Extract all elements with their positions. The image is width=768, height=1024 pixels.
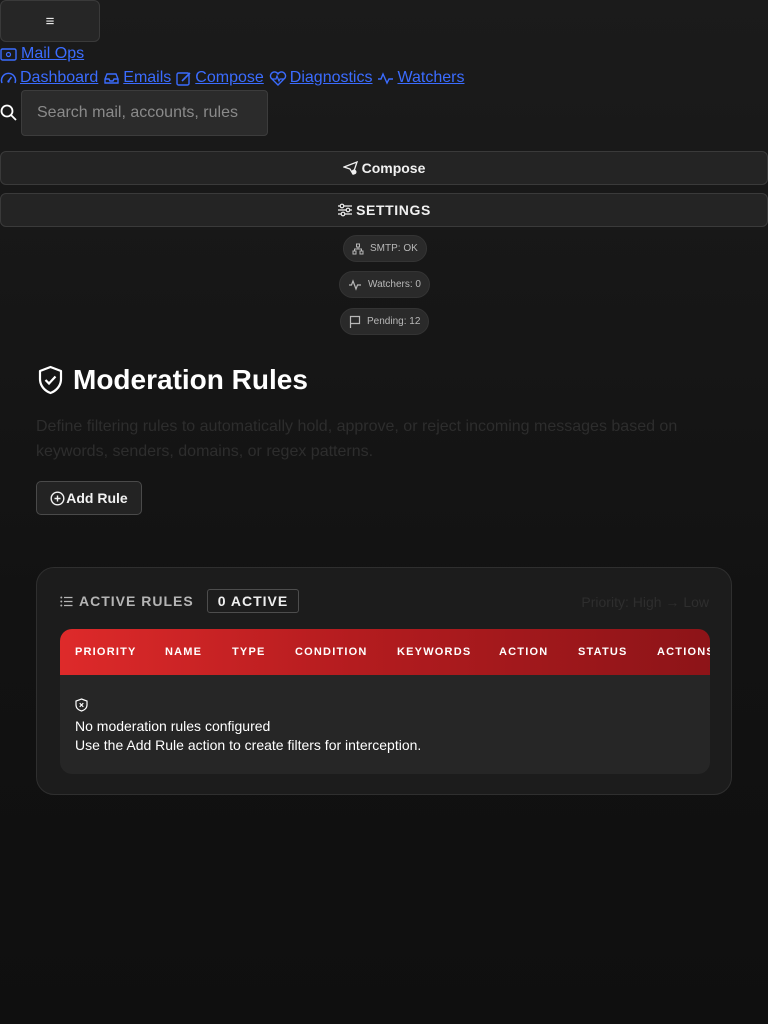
- activity-icon: [377, 71, 394, 85]
- list-icon: [60, 596, 73, 607]
- brand-link[interactable]: Mail Ops: [0, 44, 84, 64]
- smtp-status-badge: SMTP: OK: [343, 235, 427, 262]
- activity-icon: [348, 278, 362, 291]
- inbox-icon: [103, 72, 120, 85]
- shield-x-icon: [75, 698, 88, 712]
- nav-item-dashboard[interactable]: Dashboard: [0, 69, 98, 87]
- gauge-icon: [0, 71, 17, 86]
- panel-title: ACTIVE RULES: [60, 593, 194, 609]
- settings-button[interactable]: SETTINGS: [0, 193, 768, 227]
- active-rules-panel: ACTIVE RULES 0 ACTIVE Priority: High → L…: [36, 567, 732, 795]
- empty-state: No moderation rules configured Use the A…: [75, 696, 421, 753]
- page-title-text: Moderation Rules: [73, 364, 308, 395]
- active-count-badge: 0 ACTIVE: [206, 589, 300, 613]
- priority-hint: Priority: High → Low: [581, 594, 709, 610]
- column-header-action[interactable]: ACTION: [499, 646, 548, 658]
- network-icon: [352, 243, 364, 255]
- compose-button[interactable]: Compose: [0, 151, 768, 185]
- nav-item-label: Watchers: [397, 69, 465, 86]
- pending-status-badge: Pending: 12: [340, 308, 430, 335]
- table-header-row: PRIORITY NAME TYPE CONDITION KEYWORDS AC…: [60, 629, 710, 675]
- empty-state-subtitle: Use the Add Rule action to create filter…: [75, 737, 422, 753]
- nav-item-diagnostics[interactable]: Diagnostics: [269, 69, 373, 87]
- pencil-square-icon: [176, 71, 192, 86]
- shield-check-icon: [37, 365, 64, 395]
- plus-circle-icon: [50, 490, 65, 506]
- nav-item-emails[interactable]: Emails: [103, 69, 171, 87]
- empty-state-title: No moderation rules configured: [75, 718, 271, 734]
- column-header-keywords[interactable]: KEYWORDS: [397, 646, 471, 658]
- page-title: Moderation Rules: [37, 362, 308, 398]
- brand-name: Mail Ops: [21, 45, 85, 62]
- rules-table: PRIORITY NAME TYPE CONDITION KEYWORDS AC…: [60, 629, 710, 774]
- menu-toggle-button[interactable]: ≡: [0, 0, 100, 42]
- column-header-priority[interactable]: PRIORITY: [75, 646, 137, 658]
- column-header-name[interactable]: NAME: [165, 646, 202, 658]
- column-header-status[interactable]: STATUS: [578, 646, 628, 658]
- column-header-condition[interactable]: CONDITION: [295, 646, 368, 658]
- heart-pulse-icon: [269, 70, 287, 86]
- mail-envelope-icon: [0, 47, 17, 61]
- hamburger-icon: ≡: [45, 12, 55, 30]
- nav-item-watchers[interactable]: Watchers: [377, 69, 464, 87]
- add-rule-label: Add Rule: [66, 490, 128, 506]
- main-nav: Dashboard Emails Compose Diagnostics Wat…: [0, 68, 464, 88]
- pending-status-text: Pending: 12: [367, 316, 421, 327]
- nav-item-label: Compose: [195, 69, 264, 86]
- column-header-actions[interactable]: ACTIONS: [657, 646, 710, 658]
- nav-item-label: Emails: [123, 69, 172, 86]
- nav-item-label: Dashboard: [20, 69, 99, 86]
- panel-title-text: ACTIVE RULES: [79, 593, 194, 609]
- panel-header: ACTIVE RULES 0 ACTIVE: [60, 589, 300, 613]
- compose-button-label: Compose: [361, 160, 426, 176]
- search-icon: [0, 104, 18, 122]
- column-header-type[interactable]: TYPE: [232, 646, 266, 658]
- sliders-icon: [337, 203, 353, 217]
- smtp-status-text: SMTP: OK: [370, 243, 418, 254]
- nav-item-label: Diagnostics: [289, 69, 373, 86]
- flag-icon: [349, 315, 361, 329]
- watchers-status-text: Watchers: 0: [368, 279, 421, 290]
- send-icon: [342, 161, 359, 175]
- search-input[interactable]: [21, 90, 268, 136]
- watchers-status-badge: Watchers: 0: [339, 271, 430, 298]
- add-rule-button[interactable]: Add Rule: [36, 481, 142, 515]
- page-description: Define filtering rules to automatically …: [36, 418, 678, 460]
- settings-button-label: SETTINGS: [356, 202, 431, 218]
- nav-item-compose[interactable]: Compose: [176, 69, 264, 87]
